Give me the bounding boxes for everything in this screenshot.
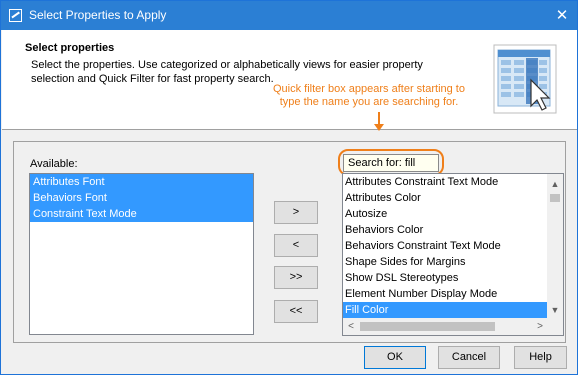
quick-filter-input[interactable]: Search for: fill — [343, 154, 439, 172]
cancel-button[interactable]: Cancel — [438, 346, 500, 369]
table-illustration-icon — [493, 44, 557, 114]
add-button[interactable]: > — [274, 201, 318, 224]
vertical-scroll-thumb[interactable] — [550, 194, 560, 202]
list-item[interactable]: Attributes Constraint Text Mode — [343, 174, 548, 190]
list-item[interactable]: Behaviors Font — [30, 190, 253, 206]
scroll-down-icon[interactable]: ▼ — [547, 302, 563, 318]
list-item[interactable]: Shape Sides for Margins — [343, 254, 548, 270]
header-panel: Select properties Select the properties.… — [2, 30, 577, 130]
list-item[interactable]: Behaviors Color — [343, 222, 548, 238]
header-description: Select the properties. Use categorized o… — [31, 59, 423, 85]
scroll-up-icon[interactable]: ▲ — [547, 176, 563, 192]
remove-button[interactable]: < — [274, 234, 318, 257]
app-icon — [9, 9, 22, 22]
dialog-window: Select Properties to Apply ✕ Select prop… — [0, 0, 578, 375]
scroll-right-icon[interactable]: > — [532, 318, 548, 335]
ok-button[interactable]: OK — [364, 346, 426, 369]
title-bar[interactable]: Select Properties to Apply ✕ — [1, 1, 577, 30]
list-item[interactable]: Attributes Font — [30, 174, 253, 190]
horizontal-scrollbar[interactable]: < > — [343, 318, 548, 335]
scroll-left-icon[interactable]: < — [343, 318, 359, 335]
help-button[interactable]: Help — [514, 346, 567, 369]
header-title: Select properties — [25, 42, 115, 54]
selected-properties-list[interactable]: Attributes Constraint Text Mode Attribut… — [342, 173, 564, 336]
list-item[interactable]: Constraint Text Mode — [30, 206, 253, 222]
vertical-scrollbar[interactable]: ▲ ▼ — [547, 174, 563, 320]
annotation-arrow-head-icon — [374, 124, 384, 131]
list-item[interactable]: Attributes Color — [343, 190, 548, 206]
available-list[interactable]: Attributes Font Behaviors Font Constrain… — [29, 173, 254, 335]
quick-filter-annotation: Quick filter box appears after starting … — [273, 83, 465, 108]
available-label: Available: — [30, 158, 78, 170]
window-title: Select Properties to Apply — [29, 8, 167, 22]
list-item[interactable]: Behaviors Constraint Text Mode — [343, 238, 548, 254]
add-all-button[interactable]: >> — [274, 266, 318, 289]
remove-all-button[interactable]: << — [274, 300, 318, 323]
horizontal-scroll-thumb[interactable] — [360, 322, 495, 331]
list-item[interactable]: Element Number Display Mode — [343, 286, 548, 302]
scroll-corner — [547, 318, 563, 335]
close-button[interactable]: ✕ — [547, 1, 577, 30]
list-item-selected[interactable]: Fill Color — [343, 302, 548, 318]
list-item[interactable]: Show DSL Stereotypes — [343, 270, 548, 286]
list-item[interactable]: Autosize — [343, 206, 548, 222]
